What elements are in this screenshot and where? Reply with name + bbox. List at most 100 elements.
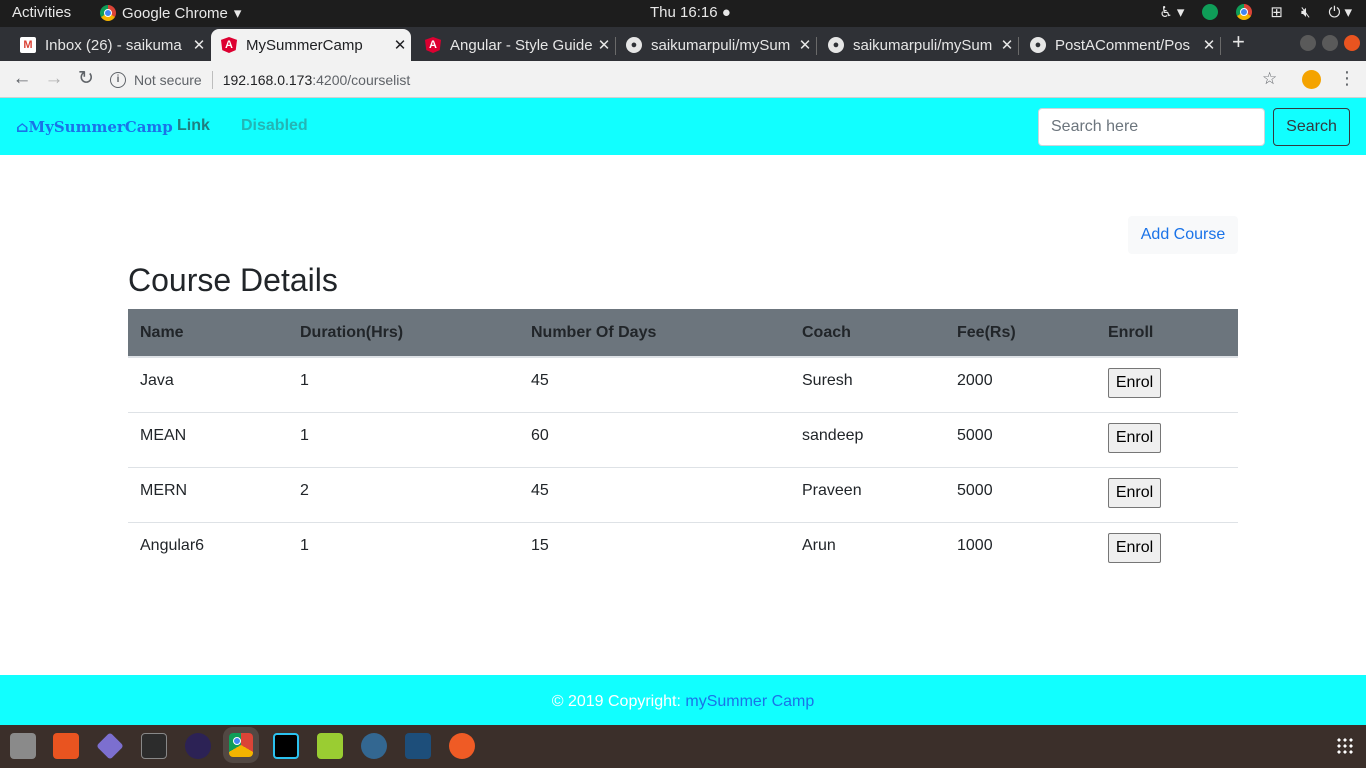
column-header-coach: Coach	[790, 309, 945, 358]
table-row: MERN 2 45 Praveen 5000 Enrol	[128, 466, 1238, 522]
tab-mysummercamp[interactable]: A MySummerCamp ✕	[211, 29, 411, 61]
back-button[interactable]: ←	[10, 67, 34, 91]
webstorm-icon[interactable]	[273, 733, 299, 759]
cell-duration: 1	[288, 356, 519, 412]
cell-fee: 2000	[945, 356, 1096, 412]
mysql-workbench-icon[interactable]	[405, 733, 431, 759]
close-icon[interactable]: ✕	[794, 36, 816, 54]
enrol-button[interactable]: Enrol	[1108, 422, 1161, 453]
power-icon[interactable]: ⏻ ▾	[1328, 3, 1352, 21]
course-table: Name Duration(Hrs) Number Of Days Coach …	[128, 309, 1238, 577]
cell-name: MEAN	[128, 411, 288, 467]
hangouts-icon[interactable]	[1202, 4, 1219, 20]
eclipse-icon[interactable]	[185, 733, 211, 759]
tab-strip: M Inbox (26) - saikuma ✕ A MySummerCamp …	[0, 27, 1366, 61]
tab-title: saikumarpuli/mySum	[853, 36, 993, 54]
tab-separator	[1018, 37, 1019, 55]
accessibility-icon[interactable]: ♿ ▾	[1159, 3, 1184, 21]
chrome-tray-icon[interactable]	[1236, 4, 1253, 20]
chrome-icon	[100, 5, 116, 21]
clock[interactable]: Thu 16:16 ●	[650, 4, 731, 21]
enrol-button[interactable]: Enrol	[1108, 477, 1161, 508]
close-window-button[interactable]	[1344, 35, 1360, 51]
divider	[211, 70, 213, 89]
tab-github-1[interactable]: ● saikumarpuli/mySum ✕	[616, 29, 817, 61]
table-row: Angular6 1 15 Arun 1000 Enrol	[128, 521, 1238, 577]
tab-inbox[interactable]: M Inbox (26) - saikuma ✕	[10, 29, 210, 61]
gmail-icon: M	[20, 37, 36, 53]
activities-button[interactable]: Activities	[12, 4, 71, 21]
angular-icon: A	[425, 37, 441, 53]
show-applications-icon[interactable]	[1336, 737, 1354, 755]
cell-enroll: Enrol	[1096, 356, 1238, 412]
cell-days: 15	[519, 521, 790, 577]
cell-fee: 5000	[945, 411, 1096, 467]
enrol-button[interactable]: Enrol	[1108, 532, 1161, 563]
brand-text: MySummerCamp	[28, 118, 173, 136]
app-menu[interactable]: Google Chrome ▾	[100, 4, 241, 22]
system-tray[interactable]: ♿ ▾ ⊞ 🔇︎ ⏻ ▾	[1159, 3, 1352, 22]
forward-button[interactable]: →	[42, 67, 66, 91]
app-icon[interactable]	[96, 732, 124, 760]
cell-duration: 1	[288, 411, 519, 467]
tab-separator	[1220, 37, 1221, 55]
cell-days: 45	[519, 466, 790, 522]
new-tab-button[interactable]: +	[1232, 29, 1245, 55]
minimize-button[interactable]	[1300, 35, 1316, 51]
system-top-bar: Activities Google Chrome ▾ Thu 16:16 ● ♿…	[0, 0, 1366, 27]
footer-link[interactable]: mySummer Camp	[685, 693, 814, 710]
reload-button[interactable]: ↻	[74, 67, 98, 91]
cell-name: Java	[128, 356, 288, 412]
close-icon[interactable]: ✕	[389, 36, 411, 54]
github-icon: ●	[828, 37, 844, 53]
software-icon[interactable]	[53, 733, 79, 759]
tab-title: Angular - Style Guide	[450, 36, 593, 54]
close-icon[interactable]: ✕	[188, 36, 210, 54]
address-bar[interactable]: i Not secure 192.168.0.173:4200/courseli…	[110, 66, 410, 93]
bookmark-star-icon[interactable]: ☆	[1262, 69, 1277, 89]
github-icon: ●	[1030, 37, 1046, 53]
browser-toolbar: ← → ↻ i Not secure 192.168.0.173:4200/co…	[0, 61, 1366, 98]
cell-enroll: Enrol	[1096, 411, 1238, 467]
tab-postacomment[interactable]: ● PostAComment/Pos ✕	[1020, 29, 1221, 61]
pgadmin-icon[interactable]	[361, 733, 387, 759]
close-icon[interactable]: ✕	[593, 36, 615, 54]
cell-days: 45	[519, 356, 790, 412]
search-button[interactable]: Search	[1273, 108, 1350, 146]
brand-link[interactable]: ⌂MySummerCamp	[16, 118, 173, 136]
add-course-button[interactable]: Add Course	[1128, 216, 1238, 254]
table-header: Name Duration(Hrs) Number Of Days Coach …	[128, 309, 1238, 358]
cell-coach: sandeep	[790, 411, 945, 467]
close-icon[interactable]: ✕	[996, 36, 1018, 54]
close-icon[interactable]: ✕	[1198, 36, 1220, 54]
tab-title: Inbox (26) - saikuma	[45, 36, 182, 54]
cell-duration: 1	[288, 521, 519, 577]
terminal-icon[interactable]	[141, 733, 167, 759]
copyright-text: © 2019 Copyright:	[551, 693, 681, 710]
column-header-duration: Duration(Hrs)	[288, 309, 519, 358]
tab-github-2[interactable]: ● saikumarpuli/mySum ✕	[818, 29, 1019, 61]
files-icon[interactable]	[10, 733, 36, 759]
cell-coach: Suresh	[790, 356, 945, 412]
volume-icon[interactable]: 🔇︎	[1301, 4, 1310, 21]
cell-fee: 1000	[945, 521, 1096, 577]
cell-coach: Arun	[790, 521, 945, 577]
extension-icon[interactable]	[1302, 70, 1321, 89]
tab-angular-style-guide[interactable]: A Angular - Style Guide ✕	[415, 29, 616, 61]
network-icon[interactable]: ⊞	[1270, 3, 1283, 21]
site-footer: © 2019 Copyright: mySummer Camp	[0, 675, 1366, 725]
menu-kebab-icon[interactable]: ⋮	[1338, 68, 1356, 89]
postman-icon[interactable]	[449, 733, 475, 759]
search-input[interactable]	[1038, 108, 1265, 146]
enrol-button[interactable]: Enrol	[1108, 368, 1161, 398]
image-viewer-icon[interactable]	[317, 733, 343, 759]
maximize-button[interactable]	[1322, 35, 1338, 51]
taskbar-dock	[0, 725, 1366, 768]
column-header-fee: Fee(Rs)	[945, 309, 1096, 358]
url-path: :4200/courselist	[312, 71, 411, 88]
chrome-icon[interactable]	[229, 733, 253, 757]
clock-text: Thu 16:16	[650, 4, 718, 21]
nav-link[interactable]: Link	[177, 117, 210, 135]
info-icon[interactable]: i	[110, 71, 126, 88]
column-header-days: Number Of Days	[519, 309, 790, 358]
